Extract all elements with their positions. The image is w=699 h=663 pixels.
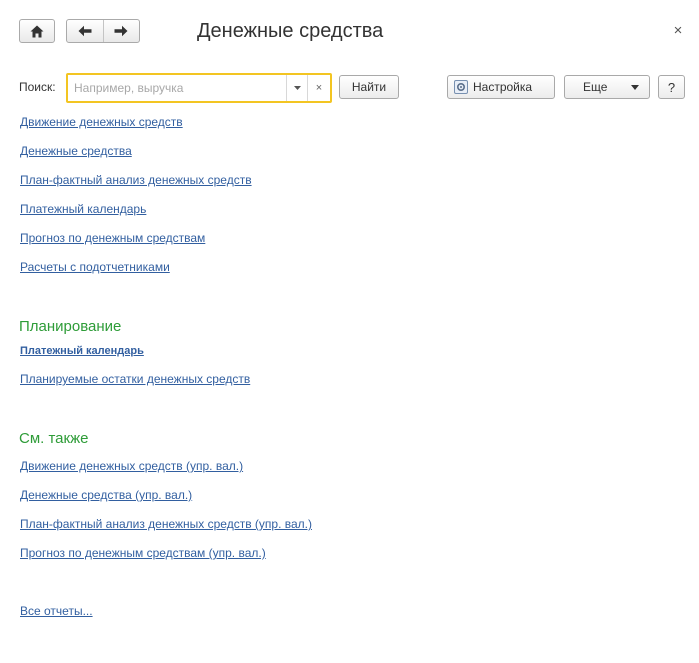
home-icon xyxy=(30,25,44,38)
see-also-link-cash-mgmt[interactable]: Денежные средства (упр. вал.) xyxy=(20,488,192,502)
more-button[interactable]: Еще xyxy=(564,75,650,99)
history-navigation xyxy=(66,19,140,43)
search-dropdown-button[interactable] xyxy=(286,75,307,101)
settings-icon xyxy=(454,80,468,94)
help-button[interactable]: ? xyxy=(658,75,685,99)
caret-down-icon xyxy=(631,85,639,90)
report-link-cash-forecast[interactable]: Прогноз по денежным средствам xyxy=(20,231,205,245)
all-reports-link[interactable]: Все отчеты... xyxy=(20,604,93,618)
search-input[interactable] xyxy=(68,75,286,101)
see-also-link-forecast-mgmt[interactable]: Прогноз по денежным средствам (упр. вал.… xyxy=(20,546,266,560)
see-also-link-plan-fact-mgmt[interactable]: План-фактный анализ денежных средств (уп… xyxy=(20,517,312,531)
report-link-payment-calendar[interactable]: Платежный календарь xyxy=(20,202,146,216)
see-also-link-cash-flow-mgmt[interactable]: Движение денежных средств (упр. вал.) xyxy=(20,459,243,473)
report-link-accountable-persons[interactable]: Расчеты с подотчетниками xyxy=(20,260,170,274)
planning-link-payment-calendar[interactable]: Платежный календарь xyxy=(20,345,144,357)
report-link-cash[interactable]: Денежные средства xyxy=(20,144,132,158)
settings-label: Настройка xyxy=(473,80,533,94)
report-panel: Денежные средства × Поиск: × Найти Настр… xyxy=(0,0,699,663)
forward-button[interactable] xyxy=(102,20,140,42)
section-title-planning: Планирование xyxy=(19,318,122,335)
clear-icon: × xyxy=(315,82,323,94)
search-field: × xyxy=(66,73,332,103)
back-button[interactable] xyxy=(67,20,103,42)
arrow-left-icon xyxy=(78,25,92,37)
page-title: Денежные средства xyxy=(197,20,384,42)
report-link-plan-fact[interactable]: План-фактный анализ денежных средств xyxy=(20,173,252,187)
planning-link-planned-balances[interactable]: Планируемые остатки денежных средств xyxy=(20,372,250,386)
settings-button[interactable]: Настройка xyxy=(447,75,555,99)
close-button[interactable]: × xyxy=(670,22,686,40)
more-label: Еще xyxy=(583,80,608,94)
report-link-cash-flow[interactable]: Движение денежных средств xyxy=(20,115,183,129)
arrow-right-icon xyxy=(114,25,128,37)
search-clear-button[interactable]: × xyxy=(307,75,330,101)
chevron-down-icon xyxy=(293,86,301,90)
section-title-see-also: См. также xyxy=(19,430,89,447)
search-label: Поиск: xyxy=(19,80,56,94)
home-button[interactable] xyxy=(19,19,55,43)
find-button[interactable]: Найти xyxy=(339,75,399,99)
close-icon: × xyxy=(673,22,683,39)
